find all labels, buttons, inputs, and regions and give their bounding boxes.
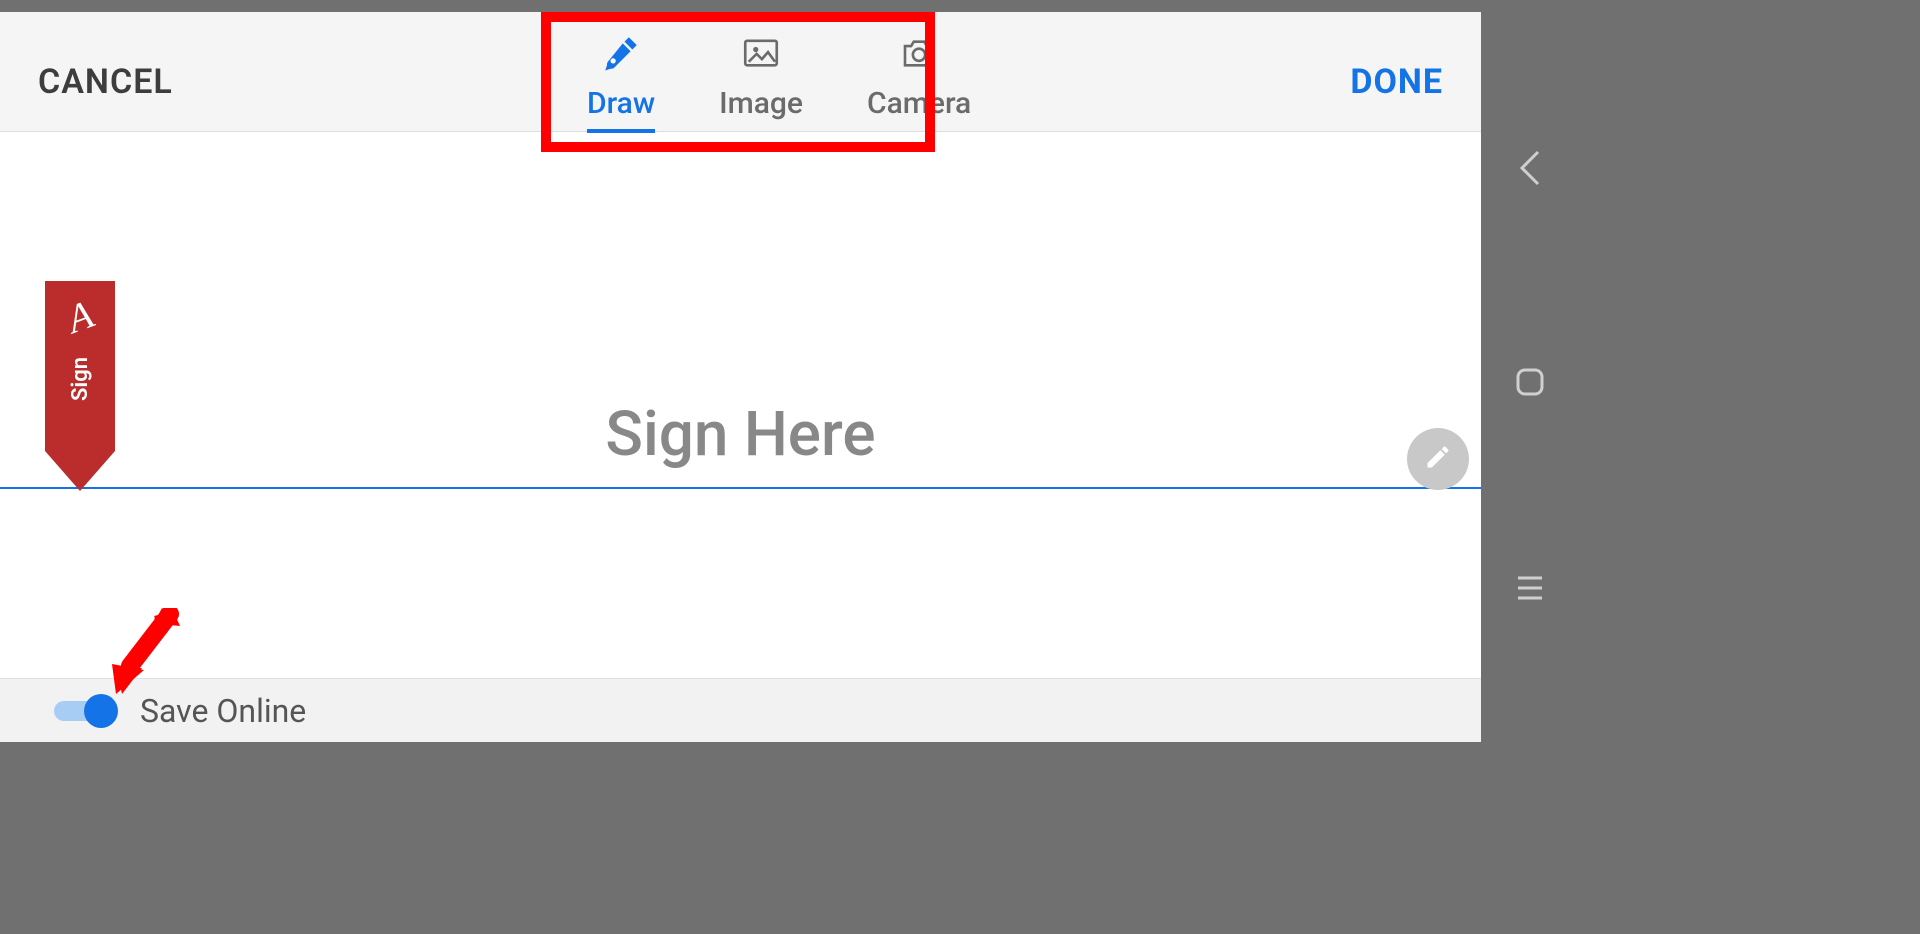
tab-camera[interactable]: Camera (835, 12, 1003, 132)
tab-draw[interactable]: Draw (555, 12, 687, 132)
camera-icon (898, 32, 940, 78)
signature-toolbar: CANCEL Draw Image (0, 12, 1481, 132)
app-screen: CANCEL Draw Image (0, 12, 1481, 742)
system-recent-button[interactable] (1510, 568, 1550, 612)
save-online-toggle[interactable] (54, 694, 118, 728)
system-home-button[interactable] (1510, 362, 1550, 406)
edit-fab[interactable] (1407, 428, 1469, 490)
signature-canvas[interactable]: Sign Here (0, 133, 1481, 688)
pencil-icon (1424, 443, 1452, 475)
save-online-label: Save Online (140, 692, 306, 730)
bookmark-label: Sign (68, 357, 93, 401)
device-frame: CANCEL Draw Image (0, 0, 1920, 934)
acrobat-icon: A (62, 294, 99, 340)
system-back-button[interactable] (1510, 148, 1550, 192)
tab-image[interactable]: Image (687, 12, 835, 132)
signature-baseline (0, 487, 1481, 489)
cancel-button[interactable]: CANCEL (38, 62, 173, 102)
tab-label: Draw (587, 86, 655, 121)
signature-placeholder: Sign Here (0, 398, 1481, 471)
tab-label: Camera (867, 86, 971, 121)
image-icon (740, 32, 782, 78)
bottom-bar: Save Online (0, 678, 1481, 742)
tab-label: Image (719, 86, 803, 121)
signature-method-tabs: Draw Image Camera (555, 12, 1003, 132)
pen-icon (600, 32, 642, 78)
sign-bookmark: A Sign (45, 281, 115, 491)
done-button[interactable]: DONE (1350, 62, 1443, 102)
